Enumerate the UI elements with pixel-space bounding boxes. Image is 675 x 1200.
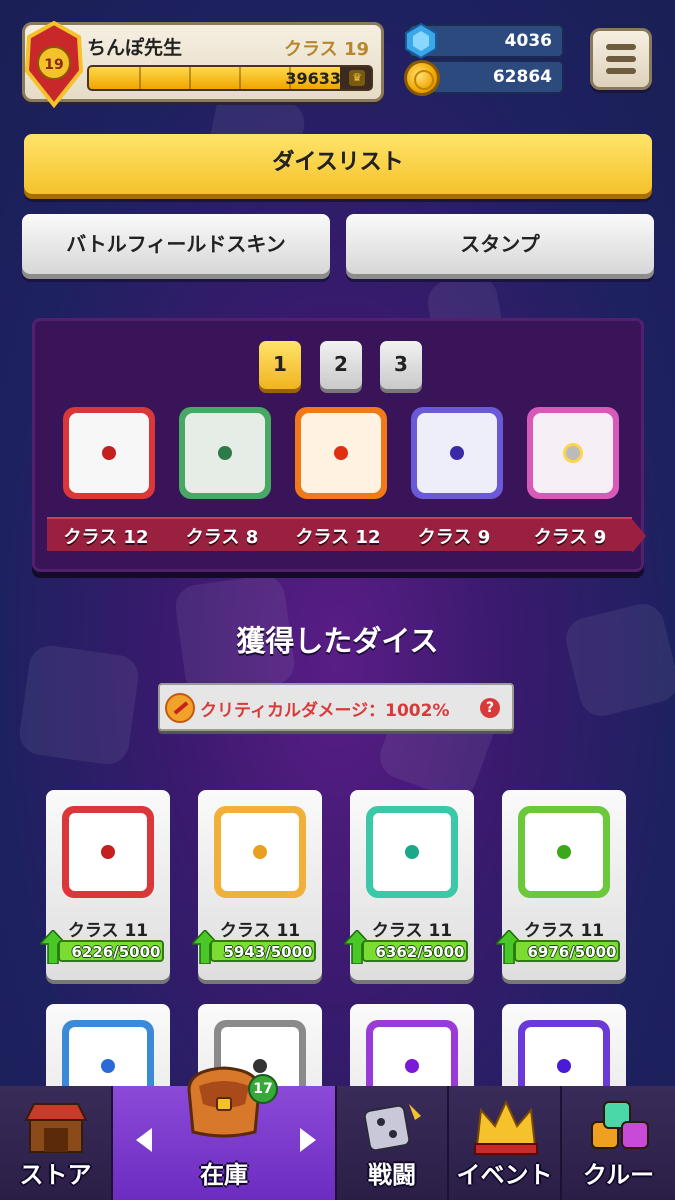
dice-card[interactable]: クラス 11 6976/5000 xyxy=(496,790,626,980)
deck-die-2[interactable] xyxy=(179,407,271,499)
die-pip xyxy=(563,443,583,463)
deck-class-ribbon: クラス 12 クラス 8 クラス 12 クラス 9 クラス 9 xyxy=(47,517,646,553)
nav-battle[interactable]: 戦闘 xyxy=(337,1086,449,1200)
acquired-dice-title: 獲得したダイス xyxy=(236,624,439,658)
die-pip xyxy=(450,446,464,460)
deck-die-5-class: クラス 9 xyxy=(533,527,607,548)
deck-die-4-class: クラス 9 xyxy=(417,527,491,548)
nav-event-label: イベント xyxy=(456,1161,553,1189)
nav-store[interactable]: ストア xyxy=(0,1086,113,1200)
die-pip xyxy=(405,845,419,859)
battlefield-skin-button[interactable]: バトルフィールドスキン xyxy=(22,214,330,274)
die-pip xyxy=(102,446,116,460)
deck-tab-1[interactable]: 1 xyxy=(259,341,301,389)
gem-icon xyxy=(405,22,437,60)
die-pip xyxy=(405,1059,419,1073)
die-pip xyxy=(557,1059,571,1073)
player-class: クラス 19 xyxy=(284,39,369,60)
crit-damage-text: クリティカルダメージ：1002% xyxy=(200,701,450,721)
crit-damage-banner[interactable]: クリティカルダメージ：1002% ? xyxy=(158,683,514,731)
deck-tab-3[interactable]: 3 xyxy=(380,341,422,389)
crew-icon xyxy=(591,1101,649,1149)
deck-die-5[interactable] xyxy=(527,407,619,499)
bottom-navigation: ストア 在庫 戦闘 イベント クルー xyxy=(0,1066,675,1200)
nav-crew-label: クルー xyxy=(582,1161,655,1189)
dice-card-progress-text: 6976/5000 xyxy=(527,943,617,961)
deck-die-1[interactable] xyxy=(63,407,155,499)
class-emblem-level: 19 xyxy=(44,57,63,73)
deck-die-2-class: クラス 8 xyxy=(185,527,259,548)
nav-event[interactable]: イベント xyxy=(449,1086,562,1200)
dice-card-die xyxy=(366,806,458,898)
class-emblem-icon: 19 xyxy=(24,20,84,109)
dice-card-die xyxy=(518,806,610,898)
trophy-icon: ♛ xyxy=(349,70,365,86)
die-pip xyxy=(253,845,267,859)
nav-next-arrow-icon[interactable] xyxy=(300,1128,316,1152)
xp-divider xyxy=(239,67,241,89)
dice-card-progress: 6976/5000 xyxy=(514,940,620,962)
xp-value: 39633 xyxy=(285,69,341,88)
die-pip xyxy=(101,1059,115,1073)
player-name: ちんぽ先生 xyxy=(87,37,183,59)
dice-card[interactable]: クラス 11 6226/5000 xyxy=(40,790,170,980)
deck-tab-2[interactable]: 2 xyxy=(320,341,362,389)
dice-card-die xyxy=(214,806,306,898)
help-icon[interactable]: ? xyxy=(480,698,500,718)
dice-card-progress: 6362/5000 xyxy=(362,940,468,962)
dice-card[interactable]: クラス 11 5943/5000 xyxy=(192,790,322,980)
xp-divider xyxy=(139,67,141,89)
die-pip xyxy=(101,845,115,859)
die-pip xyxy=(557,845,571,859)
gem-counter[interactable]: 4036 xyxy=(405,22,564,60)
nav-store-label: ストア xyxy=(19,1161,92,1189)
player-profile-panel[interactable]: 19 ちんぽ先生 クラス 19 39633 ♛ xyxy=(22,20,384,109)
dice-card-progress-text: 6226/5000 xyxy=(71,943,161,961)
xp-divider xyxy=(189,67,191,89)
xp-progress-bar: 39633 ♛ xyxy=(87,65,373,91)
inventory-notification-badge: 17 xyxy=(248,1074,278,1104)
stamp-button[interactable]: スタンプ xyxy=(346,214,654,274)
nav-battle-label: 戦闘 xyxy=(368,1161,416,1189)
dice-card-progress: 6226/5000 xyxy=(58,940,164,962)
menu-icon xyxy=(606,68,636,74)
dice-list-button[interactable]: ダイスリスト xyxy=(24,134,652,194)
store-icon xyxy=(24,1103,88,1153)
coin-amount: 62864 xyxy=(492,67,552,87)
coin-icon xyxy=(404,60,440,96)
background-die xyxy=(16,642,142,768)
dice-card-die xyxy=(62,806,154,898)
deck-die-1-class: クラス 12 xyxy=(63,527,149,548)
coin-counter[interactable]: 62864 xyxy=(404,60,564,96)
menu-icon xyxy=(606,56,636,62)
nav-prev-arrow-icon[interactable] xyxy=(136,1128,152,1152)
dice-card[interactable]: クラス 11 6362/5000 xyxy=(344,790,474,980)
crown-icon xyxy=(474,1099,538,1155)
battle-dice-icon xyxy=(363,1104,421,1152)
nav-inventory-label: 在庫 xyxy=(200,1161,248,1189)
deck-die-3-class: クラス 12 xyxy=(295,527,381,548)
deck-die-3[interactable] xyxy=(295,407,387,499)
die-pip xyxy=(334,446,348,460)
menu-button[interactable] xyxy=(590,28,652,90)
dice-card-progress-text: 5943/5000 xyxy=(223,943,313,961)
nav-crew[interactable]: クルー xyxy=(562,1086,675,1200)
deck-panel: 1 2 3 クラス 12 クラス 8 クラス 12 クラス 9 クラス 9 xyxy=(32,318,646,572)
die-pip xyxy=(218,446,232,460)
dice-card-progress: 5943/5000 xyxy=(210,940,316,962)
critical-icon xyxy=(165,693,195,723)
menu-icon xyxy=(606,44,636,50)
gem-amount: 4036 xyxy=(504,31,552,51)
deck-die-4[interactable] xyxy=(411,407,503,499)
dice-card-progress-text: 6362/5000 xyxy=(375,943,465,961)
